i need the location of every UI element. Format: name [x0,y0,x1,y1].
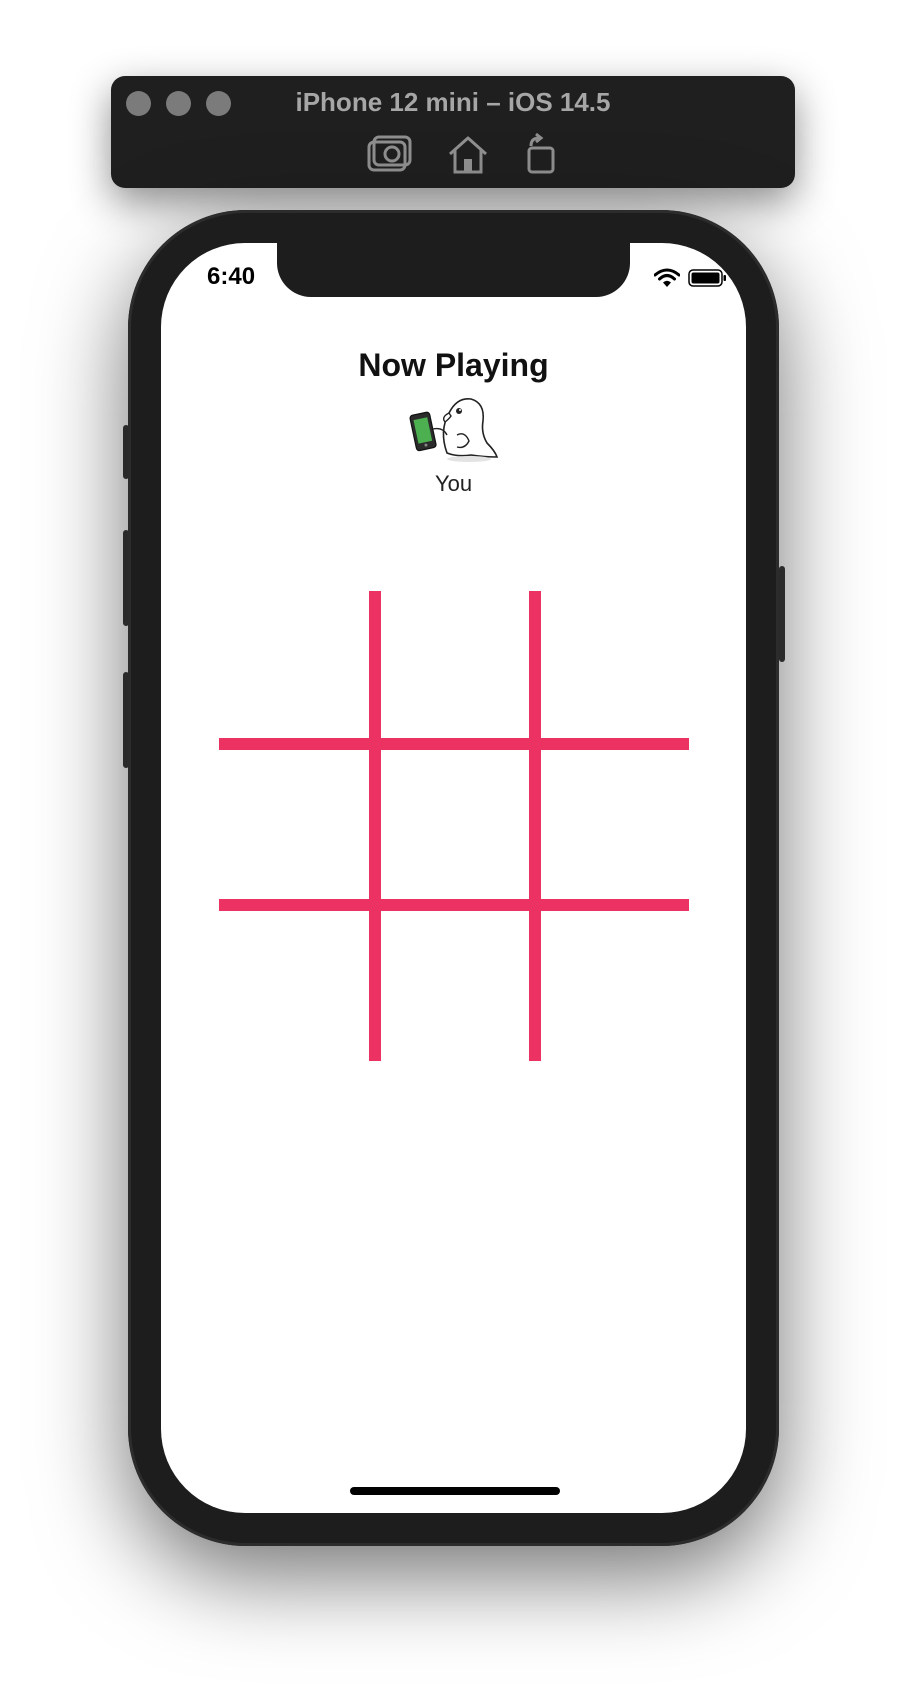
home-icon [449,136,487,174]
home-button[interactable] [444,132,492,176]
board-cell-5[interactable] [379,751,529,901]
bird-holding-phone-avatar [409,397,499,462]
board-cell-6[interactable] [539,751,689,901]
camera-icon [367,135,412,172]
side-power-button [779,566,785,662]
simulator-title-bar: iPhone 12 mini – iOS 14.5 [111,76,795,188]
stage: iPhone 12 mini – iOS 14.5 6:40 Now Playi… [0,0,908,1696]
player-avatar [409,391,501,465]
board-cell-3[interactable] [539,591,689,741]
phone-screen: 6:40 Now Playing You [161,243,746,1513]
tic-tac-toe-board [219,591,689,1061]
rotate-icon [527,132,555,174]
board-cell-2[interactable] [379,591,529,741]
grid-line-vertical-2 [529,591,541,1061]
screenshot-button[interactable] [365,132,413,176]
volume-up-button [123,530,129,626]
home-indicator[interactable] [350,1487,560,1495]
rotate-button[interactable] [517,132,565,176]
grid-line-horizontal-1 [219,738,689,750]
mute-switch [123,425,129,479]
board-cell-8[interactable] [379,911,529,1061]
wifi-icon [654,268,680,287]
volume-down-button [123,672,129,768]
battery-icon [688,269,726,287]
board-cell-4[interactable] [219,751,369,901]
now-playing-title: Now Playing [358,347,549,383]
grid-line-horizontal-2 [219,899,689,911]
status-time: 6:40 [207,263,256,290]
board-cell-9[interactable] [539,911,689,1061]
board-cell-1[interactable] [219,591,369,741]
simulator-title: iPhone 12 mini – iOS 14.5 [295,87,611,117]
grid-line-vertical-1 [369,591,381,1061]
player-name: You [434,471,473,496]
status-icons [654,267,728,289]
notch [277,243,630,297]
board-cell-7[interactable] [219,911,369,1061]
